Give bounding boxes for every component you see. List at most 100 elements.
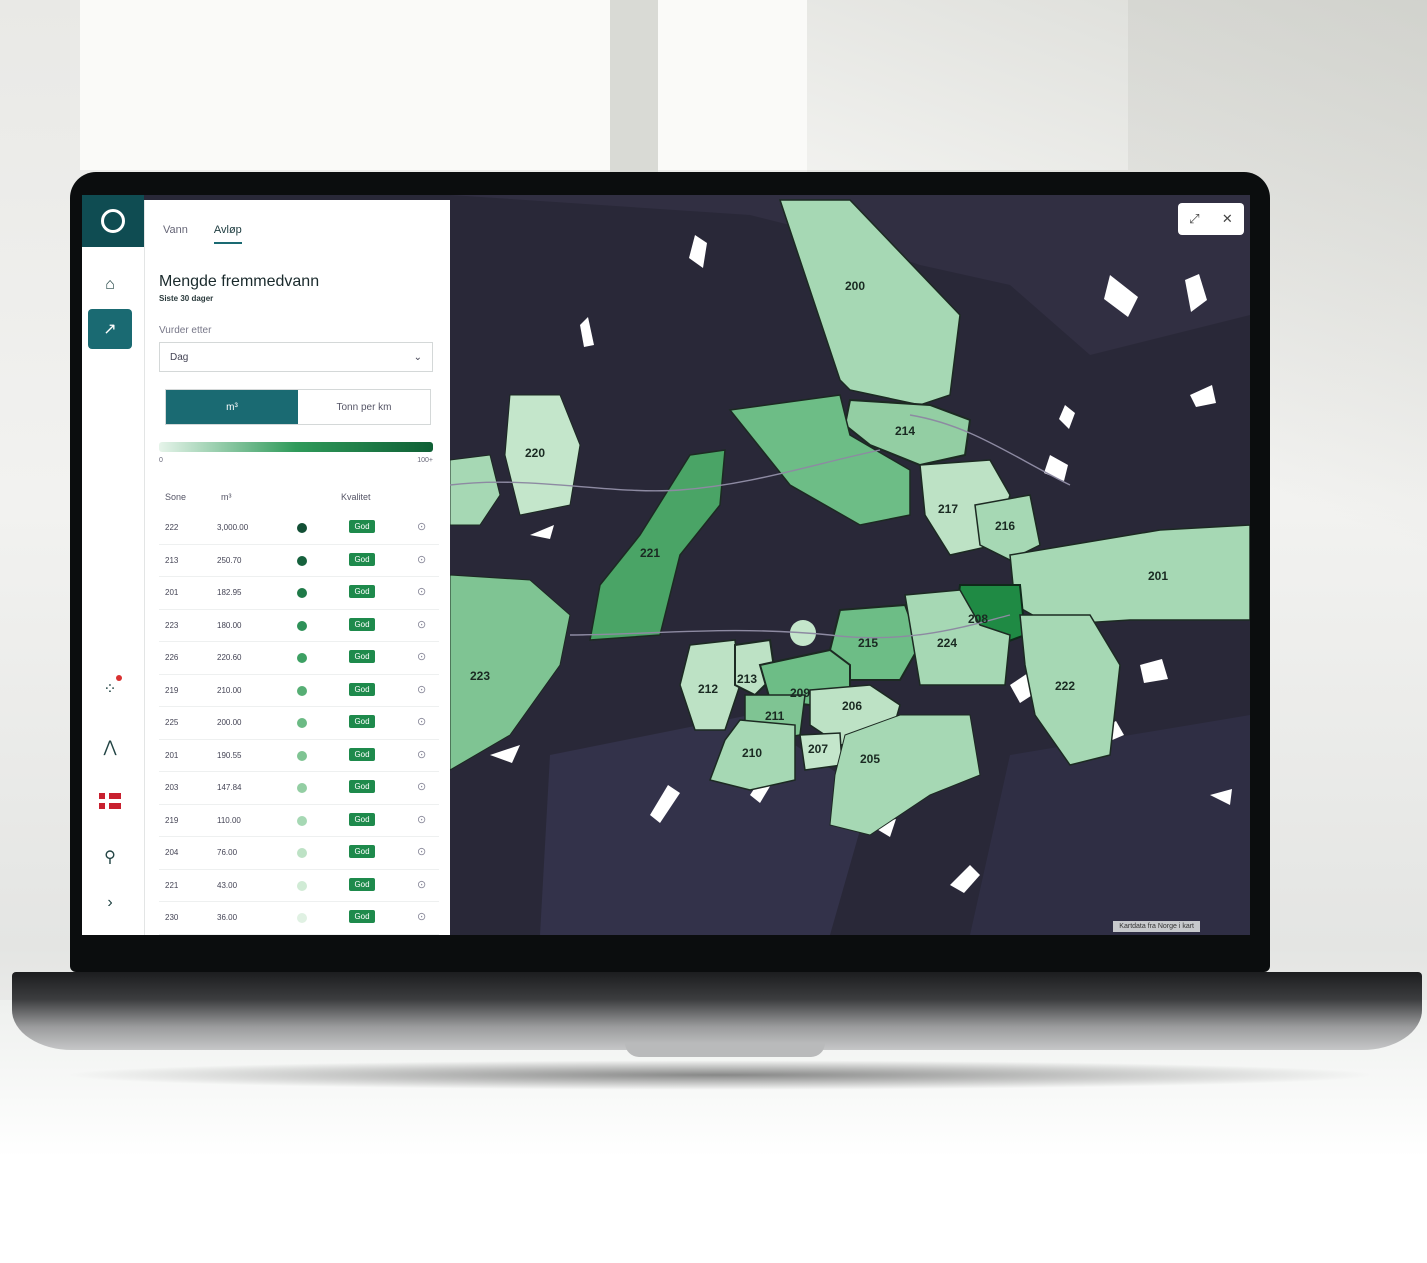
row-zone-id: 219 xyxy=(165,685,179,695)
row-zone-id: 219 xyxy=(165,815,179,825)
quality-badge: God xyxy=(349,650,375,663)
label-224: 224 xyxy=(937,636,957,650)
panel-title: Mengde fremmedvann xyxy=(159,273,320,290)
row-info-icon[interactable]: ⊙ xyxy=(417,813,426,826)
table-row[interactable]: 201 182.95 God ⊙ xyxy=(159,577,439,610)
row-value: 190.55 xyxy=(217,750,242,760)
tree-icon[interactable]: ⋀ xyxy=(88,727,132,767)
person-icon[interactable]: ⚲ xyxy=(88,837,132,877)
row-value: 36.00 xyxy=(217,913,238,922)
col-header-m3[interactable]: m³ xyxy=(221,492,232,502)
row-value: 147.84 xyxy=(217,783,242,792)
row-zone-id: 221 xyxy=(165,880,179,890)
table-row[interactable]: 221 43.00 God ⊙ xyxy=(159,870,439,902)
scale-max-label: 100+ xyxy=(417,457,433,464)
quality-badge: God xyxy=(349,585,375,598)
col-header-sone[interactable]: Sone xyxy=(165,492,186,502)
row-value: 250.70 xyxy=(217,555,242,565)
row-color-dot xyxy=(297,653,307,663)
row-value: 110.00 xyxy=(217,815,241,825)
table-row[interactable]: 219 210.00 God ⊙ xyxy=(159,675,439,707)
tab-avlop[interactable]: Avløp xyxy=(213,224,242,244)
close-icon[interactable]: ✕ xyxy=(1222,211,1233,227)
select-label: Vurder etter xyxy=(159,325,212,336)
norway-flag-icon[interactable] xyxy=(88,781,132,821)
row-color-dot xyxy=(297,620,307,631)
label-209: 209 xyxy=(790,686,810,700)
table-row[interactable]: 222 3,000.00 God ⊙ xyxy=(159,512,439,545)
row-info-icon[interactable]: ⊙ xyxy=(417,780,426,793)
label-211: 211 xyxy=(765,709,785,723)
label-223: 223 xyxy=(470,669,490,683)
row-zone-id: 201 xyxy=(165,750,179,760)
table-row[interactable]: 226 220.60 God ⊙ xyxy=(159,642,439,675)
table-row[interactable]: 223 180.00 God ⊙ xyxy=(159,610,439,642)
row-zone-id: 223 xyxy=(165,620,179,630)
row-info-icon[interactable]: ⊙ xyxy=(417,650,426,663)
table-row[interactable]: 213 250.70 God ⊙ xyxy=(159,545,439,577)
row-info-icon[interactable]: ⊙ xyxy=(417,878,426,891)
laptop-shadow xyxy=(60,1060,1380,1090)
row-info-icon[interactable]: ⊙ xyxy=(417,845,426,858)
tab-vann[interactable]: Vann xyxy=(163,224,188,244)
row-color-dot xyxy=(297,685,307,696)
notification-dot xyxy=(116,675,122,681)
toggle-m3[interactable]: m³ xyxy=(166,390,298,424)
logo-icon[interactable] xyxy=(82,195,144,247)
row-value: 182.95 xyxy=(217,588,242,597)
label-220: 220 xyxy=(525,446,545,460)
label-214: 214 xyxy=(895,424,915,438)
label-200: 200 xyxy=(845,279,865,293)
row-info-icon[interactable]: ⊙ xyxy=(417,618,426,631)
row-value: 220.60 xyxy=(217,653,242,662)
label-213: 213 xyxy=(737,672,757,686)
col-header-kvalitet[interactable]: Kvalitet xyxy=(341,492,371,502)
row-color-dot xyxy=(297,880,307,891)
row-value: 43.00 xyxy=(217,880,238,890)
home-icon[interactable]: ⌂ xyxy=(88,265,132,305)
table-row[interactable]: 230 36.00 God ⊙ xyxy=(159,902,439,935)
row-info-icon[interactable]: ⊙ xyxy=(417,553,426,566)
map-canvas[interactable]: 200 214 220 221 217 216 201 208 215 224 … xyxy=(449,195,1250,935)
expand-icon[interactable]: ⤢ xyxy=(1189,211,1199,227)
row-info-icon[interactable]: ⊙ xyxy=(417,715,426,728)
label-205: 205 xyxy=(860,752,880,766)
grid-icon[interactable]: ⁘ xyxy=(88,669,132,709)
select-value: Dag xyxy=(170,351,189,363)
label-210: 210 xyxy=(742,746,762,760)
side-panel: Vann Avløp Mengde fremmedvann Siste 30 d… xyxy=(144,200,451,935)
map-attribution[interactable]: Kartdata fra Norge i kart xyxy=(1113,921,1200,932)
label-207: 207 xyxy=(808,742,828,756)
row-zone-id: 204 xyxy=(165,848,179,857)
label-201: 201 xyxy=(1148,569,1168,583)
label-212: 212 xyxy=(698,682,718,696)
table-row[interactable]: 204 76.00 God ⊙ xyxy=(159,837,439,870)
chart-icon[interactable]: ↗ xyxy=(88,309,132,349)
table-row[interactable]: 201 190.55 God ⊙ xyxy=(159,740,439,772)
map-view[interactable]: 200 214 220 221 217 216 201 208 215 224 … xyxy=(449,195,1250,935)
table-row[interactable]: 225 200.00 God ⊙ xyxy=(159,707,439,740)
quality-badge: God xyxy=(349,682,375,696)
color-scale-bar xyxy=(159,442,433,452)
chevron-right-icon[interactable]: › xyxy=(88,883,132,923)
quality-badge: God xyxy=(349,747,375,761)
row-info-icon[interactable]: ⊙ xyxy=(417,748,426,761)
quality-badge: God xyxy=(349,715,375,728)
row-info-icon[interactable]: ⊙ xyxy=(417,585,426,598)
row-color-dot xyxy=(297,750,307,761)
panel-subtitle: Siste 30 dager xyxy=(159,294,214,303)
toggle-tonn-per-km[interactable]: Tonn per km xyxy=(298,390,430,424)
quality-badge: God xyxy=(349,812,375,826)
chevron-down-icon: ⌄ xyxy=(413,351,422,363)
period-select[interactable]: Dag ⌄ xyxy=(159,342,433,372)
table-row[interactable]: 219 110.00 God ⊙ xyxy=(159,805,439,837)
row-info-icon[interactable]: ⊙ xyxy=(417,520,426,533)
table-row[interactable]: 203 147.84 God ⊙ xyxy=(159,772,439,805)
sidebar-rail: ⌂ ↗ ⁘ ⋀ ⚲ › xyxy=(82,195,144,935)
row-info-icon[interactable]: ⊙ xyxy=(417,910,426,923)
row-zone-id: 201 xyxy=(165,588,179,597)
row-info-icon[interactable]: ⊙ xyxy=(417,683,426,696)
laptop-screen: ⌂ ↗ ⁘ ⋀ ⚲ › Vann Avløp Mengde fremmedvan… xyxy=(82,195,1250,935)
row-color-dot xyxy=(297,913,307,923)
row-value: 3,000.00 xyxy=(217,523,249,532)
